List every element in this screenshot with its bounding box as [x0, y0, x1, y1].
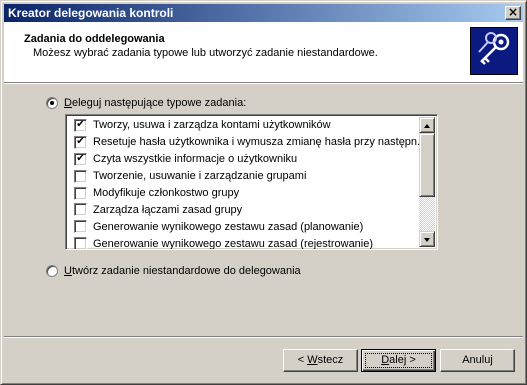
task-checkbox[interactable]: [74, 169, 87, 183]
task-checkbox[interactable]: [74, 186, 87, 200]
back-button[interactable]: < Wstecz: [283, 349, 358, 372]
list-item[interactable]: ✔ Resetuje hasła użytkownika i wymusza zm…: [68, 134, 419, 151]
list-item[interactable]: Generowanie wynikowego zestawu zasad (pl…: [68, 218, 419, 235]
radio-common-tasks[interactable]: Deleguj następujące typowe zadania:: [46, 95, 246, 111]
list-item[interactable]: Generowanie wynikowego zestawu zasad (re…: [68, 235, 419, 249]
radio-custom-label: Utwórz zadanie niestandardowe do delegow…: [64, 265, 301, 277]
scroll-thumb[interactable]: [419, 133, 435, 197]
list-item[interactable]: Modyfikuje członkostwo grupy: [68, 185, 419, 202]
radio-custom-task[interactable]: Utwórz zadanie niestandardowe do delegow…: [46, 263, 301, 279]
vertical-scrollbar[interactable]: [419, 117, 435, 247]
arrow-down-icon: [424, 238, 430, 242]
wizard-window: Kreator delegowania kontroli × Zadania d…: [0, 0, 527, 385]
title-bar[interactable]: Kreator delegowania kontroli ×: [4, 4, 523, 22]
radio-button[interactable]: [46, 97, 58, 109]
list-item[interactable]: ✔ Tworzy, usuwa i zarządza kontami użytko…: [68, 117, 419, 134]
task-checkbox[interactable]: [74, 220, 87, 234]
page-subtitle: Możesz wybrać zadania typowe lub utworzy…: [33, 47, 378, 59]
cancel-button[interactable]: Anuluj: [440, 349, 515, 372]
list-item[interactable]: Tworzenie, usuwanie i zarządzanie grupam…: [68, 168, 419, 185]
task-checkbox[interactable]: [74, 203, 87, 217]
list-item[interactable]: Zarządza łączami zasad grupy: [68, 201, 419, 218]
radio-common-label: Deleguj następujące typowe zadania:: [64, 97, 247, 109]
tasks-list: ✔ Tworzy, usuwa i zarządza kontami użytko…: [68, 117, 419, 249]
check-icon: ✔: [76, 135, 85, 147]
scroll-down-button[interactable]: [419, 231, 435, 247]
arrow-up-icon: [424, 124, 430, 128]
task-checkbox[interactable]: ✔: [74, 135, 87, 149]
tasks-listbox[interactable]: ✔ Tworzy, usuwa i zarządza kontami użytko…: [65, 114, 438, 250]
scroll-up-button[interactable]: [419, 117, 435, 133]
header-divider: [4, 82, 523, 84]
check-icon: ✔: [76, 118, 85, 130]
close-icon: ×: [507, 5, 519, 19]
focus-rect: [365, 353, 432, 368]
close-button[interactable]: ×: [505, 6, 521, 20]
keys-icon: [470, 27, 518, 75]
footer-divider: [4, 336, 523, 338]
page-title: Zadania do oddelegowania: [24, 33, 165, 45]
next-button[interactable]: Dalej >: [361, 349, 436, 372]
task-checkbox[interactable]: ✔: [74, 118, 87, 132]
task-checkbox[interactable]: [74, 237, 87, 249]
check-icon: ✔: [76, 152, 85, 164]
list-item[interactable]: ✔ Czyta wszystkie informacje o użytkownik…: [68, 151, 419, 168]
radio-button[interactable]: [46, 265, 58, 277]
window-title: Kreator delegowania kontroli: [8, 6, 174, 20]
task-checkbox[interactable]: ✔: [74, 152, 87, 166]
radio-selected-dot: [50, 101, 54, 105]
wizard-header: Zadania do oddelegowania Możesz wybrać z…: [4, 22, 523, 82]
